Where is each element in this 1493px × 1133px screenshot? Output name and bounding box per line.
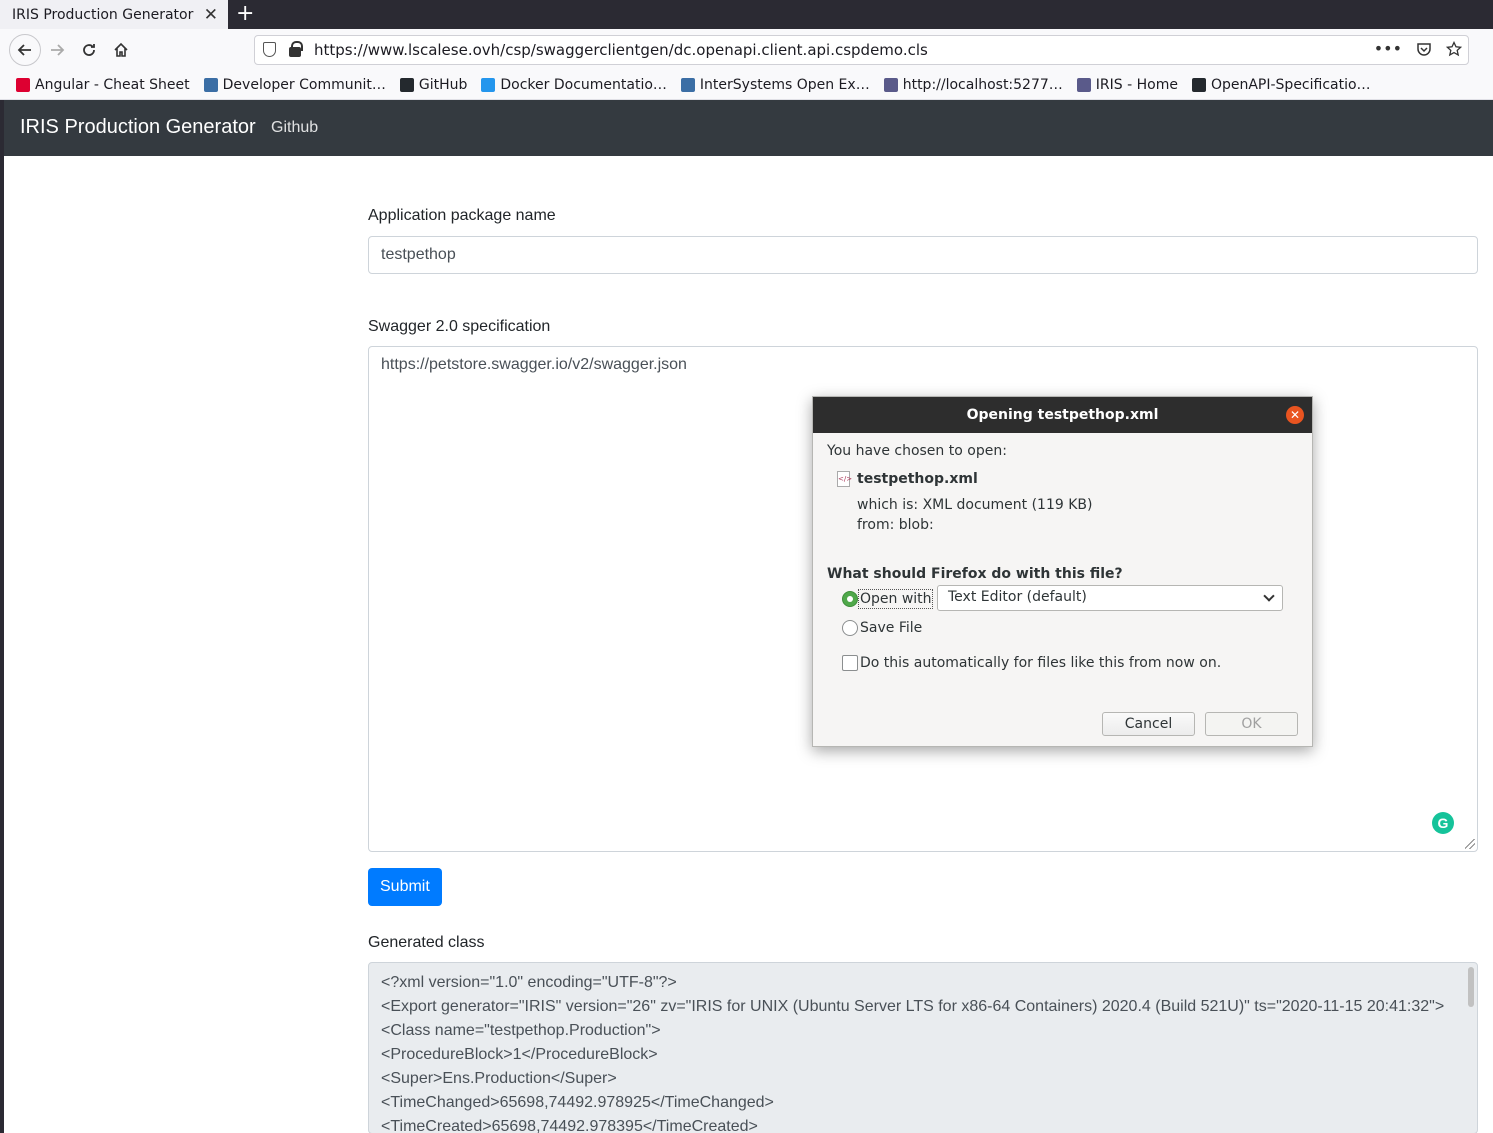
generated-class-output[interactable]: <?xml version="1.0" encoding="UTF-8"?> <E… xyxy=(368,962,1478,1133)
intersystems-icon xyxy=(203,78,218,92)
bookmark-item[interactable]: Docker Documentatio… xyxy=(481,77,667,93)
auto-action-label[interactable]: Do this automatically for files like thi… xyxy=(860,655,1221,671)
open-with-radio[interactable] xyxy=(842,591,858,607)
back-arrow-icon xyxy=(17,44,31,56)
open-file-dialog: Opening testpethop.xml ✕ You have chosen… xyxy=(812,396,1313,747)
forward-arrow-icon xyxy=(51,44,65,56)
pocket-icon[interactable] xyxy=(1416,41,1432,57)
bookmark-item[interactable]: http://localhost:5277… xyxy=(883,77,1063,93)
github-link[interactable]: Github xyxy=(271,119,318,137)
bookmark-item[interactable]: Developer Communit… xyxy=(203,77,386,93)
bookmark-label: http://localhost:5277… xyxy=(902,77,1063,93)
cancel-button[interactable]: Cancel xyxy=(1102,712,1195,736)
reload-button[interactable] xyxy=(76,37,102,63)
tab-title: IRIS Production Generator xyxy=(12,6,194,23)
code-line: <TimeChanged>65698,74492.978925</TimeCha… xyxy=(381,1094,774,1111)
swagger-spec-label: Swagger 2.0 specification xyxy=(368,318,551,335)
intersystems-icon xyxy=(680,78,695,92)
bookmark-label: Developer Communit… xyxy=(222,77,386,93)
action-question: What should Firefox do with this file? xyxy=(827,566,1123,582)
ok-button[interactable]: OK xyxy=(1205,712,1298,736)
close-tab-icon[interactable]: ✕ xyxy=(204,5,218,25)
github-icon xyxy=(1191,78,1206,92)
new-tab-icon[interactable]: + xyxy=(236,1,254,26)
submit-button[interactable]: Submit xyxy=(368,868,442,906)
code-line: <Class name="testpethop.Production"> xyxy=(381,1022,661,1039)
bookmark-item[interactable]: GitHub xyxy=(399,77,468,93)
home-icon xyxy=(114,42,128,57)
angular-icon xyxy=(16,78,30,92)
swagger-spec-value: https://petstore.swagger.io/v2/swagger.j… xyxy=(381,356,687,373)
file-type: which is: XML document (119 KB) xyxy=(857,497,1093,513)
browser-tab[interactable]: IRIS Production Generator ✕ xyxy=(0,0,228,29)
code-line: <Super>Ens.Production</Super> xyxy=(381,1070,617,1087)
page-actions-icon[interactable]: ••• xyxy=(1374,39,1402,58)
back-button[interactable] xyxy=(9,34,41,66)
grammarly-icon[interactable]: G xyxy=(1432,812,1454,834)
tab-bar: IRIS Production Generator ✕ + xyxy=(0,0,1493,29)
dialog-close-icon[interactable]: ✕ xyxy=(1286,406,1304,424)
bookmark-item[interactable]: OpenAPI-Specificatio… xyxy=(1191,77,1371,93)
url-actions: ••• xyxy=(1374,39,1462,58)
bookmark-item[interactable]: InterSystems Open Ex… xyxy=(680,77,870,93)
resize-handle-icon[interactable] xyxy=(1465,839,1475,849)
chosen-to-open-text: You have chosen to open: xyxy=(827,443,1007,459)
dialog-title: Opening testpethop.xml xyxy=(813,397,1312,433)
bookmark-item[interactable]: Angular - Cheat Sheet xyxy=(16,77,190,93)
bookmark-label: Docker Documentatio… xyxy=(500,77,667,93)
url-text[interactable]: https://www.lscalese.ovh/csp/swaggerclie… xyxy=(314,41,928,59)
window-edge xyxy=(0,100,4,1133)
app-navbar: IRIS Production Generator Github xyxy=(4,100,1493,156)
package-name-input[interactable]: testpethop xyxy=(368,236,1478,274)
bookmark-label: IRIS - Home xyxy=(1095,77,1178,93)
bookmark-label: InterSystems Open Ex… xyxy=(699,77,870,93)
open-with-select[interactable]: Text Editor (default) xyxy=(937,585,1283,611)
reload-icon xyxy=(83,44,95,56)
generated-class-label: Generated class xyxy=(368,934,485,951)
github-icon xyxy=(399,78,414,92)
file-source: from: blob: xyxy=(857,517,934,533)
tracking-shield-icon[interactable] xyxy=(263,42,276,57)
home-button[interactable] xyxy=(108,37,134,63)
bookmark-label: OpenAPI-Specificatio… xyxy=(1210,77,1371,93)
bookmark-item[interactable]: IRIS - Home xyxy=(1076,77,1178,93)
url-bar[interactable]: https://www.lscalese.ovh/csp/swaggerclie… xyxy=(254,35,1469,65)
open-with-app: Text Editor (default) xyxy=(948,589,1087,605)
code-line: <ProcedureBlock>1</ProcedureBlock> xyxy=(381,1046,658,1063)
open-with-label[interactable]: Open with xyxy=(860,591,932,607)
bookmark-label: Angular - Cheat Sheet xyxy=(35,77,190,93)
chevron-down-icon xyxy=(1263,590,1275,602)
lock-icon[interactable] xyxy=(289,41,303,57)
iris-icon xyxy=(1076,78,1091,92)
bookmark-star-icon[interactable] xyxy=(1446,41,1462,57)
forward-button[interactable] xyxy=(44,37,70,63)
code-line: <TimeCreated>65698,74492.978395</TimeCre… xyxy=(381,1118,758,1133)
code-line: <Export generator="IRIS" version="26" zv… xyxy=(381,998,1445,1015)
package-name-label: Application package name xyxy=(368,207,556,224)
save-file-radio[interactable] xyxy=(842,620,858,636)
iris-icon xyxy=(883,78,898,92)
xml-file-icon: </> xyxy=(837,471,852,487)
file-name: testpethop.xml xyxy=(857,471,978,487)
bookmarks-toolbar: Angular - Cheat Sheet Developer Communit…… xyxy=(0,71,1493,100)
app-brand[interactable]: IRIS Production Generator xyxy=(20,116,256,139)
save-file-label[interactable]: Save File xyxy=(860,620,922,636)
scrollbar-thumb[interactable] xyxy=(1468,967,1474,1007)
navigation-toolbar: https://www.lscalese.ovh/csp/swaggerclie… xyxy=(0,29,1493,71)
code-line: <?xml version="1.0" encoding="UTF-8"?> xyxy=(381,974,677,991)
docker-icon xyxy=(481,78,496,92)
auto-action-checkbox[interactable] xyxy=(842,655,858,671)
bookmark-label: GitHub xyxy=(418,77,468,93)
